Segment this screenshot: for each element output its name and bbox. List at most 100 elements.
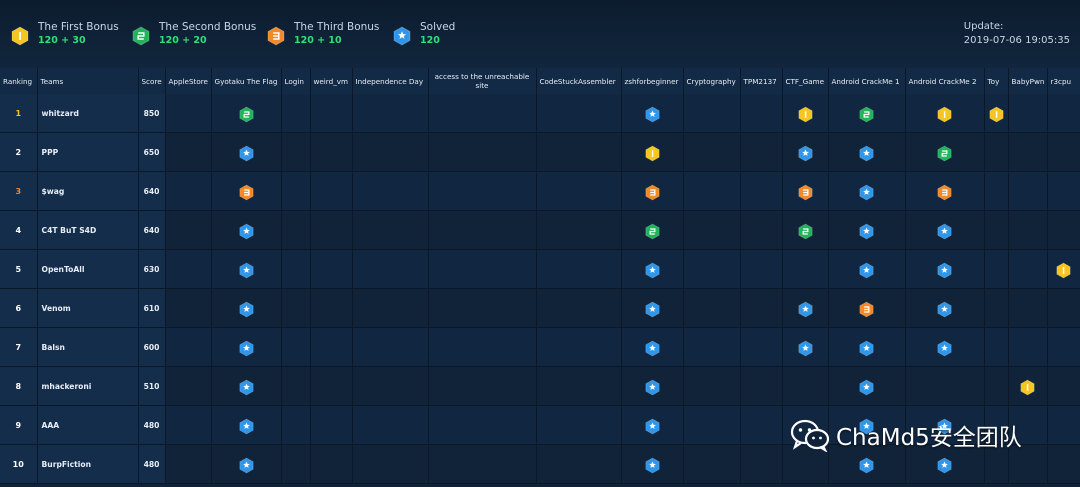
team-name[interactable]: C4T BuT S4D	[37, 210, 139, 250]
challenge-cell	[984, 132, 1009, 172]
challenge-cell	[683, 405, 741, 445]
team-name[interactable]: OpenToAll	[37, 249, 139, 289]
table-row[interactable]: 1 whitzard 850	[0, 94, 1080, 133]
column-header[interactable]: BabyPwn	[1008, 68, 1048, 94]
team-name[interactable]: $wag	[37, 171, 139, 211]
column-header[interactable]: CTF_Game	[782, 68, 829, 94]
challenge-cell	[740, 288, 783, 328]
challenge-cell	[905, 210, 985, 250]
column-header[interactable]: Teams	[37, 68, 139, 94]
solved-badge-icon	[937, 223, 952, 239]
challenge-cell	[740, 171, 783, 211]
solved-badge-icon	[645, 418, 659, 434]
challenge-cell	[536, 249, 622, 289]
column-header[interactable]: CodeStuckAssembler	[536, 68, 622, 94]
solved-badge-icon	[859, 262, 874, 278]
challenge-cell	[1008, 249, 1048, 289]
table-row[interactable]: 3 $wag 640	[0, 171, 1080, 211]
score-cell: 640	[138, 171, 166, 211]
challenge-cell	[683, 94, 741, 133]
challenge-cell	[165, 327, 212, 367]
column-header[interactable]: r3cpu	[1047, 68, 1080, 94]
challenge-cell	[1047, 288, 1080, 328]
column-header[interactable]: Ranking	[0, 68, 38, 94]
column-header[interactable]: access to the unreachable site	[428, 68, 537, 94]
table-row[interactable]: 4 C4T BuT S4D 640	[0, 210, 1080, 250]
column-header[interactable]: TPM2137	[740, 68, 783, 94]
challenge-cell	[905, 366, 985, 406]
team-name[interactable]: AAA	[37, 405, 139, 445]
challenge-cell	[352, 249, 429, 289]
solved-badge-icon	[239, 457, 253, 473]
challenge-cell	[1008, 327, 1048, 367]
table-row[interactable]: 2 PPP 650	[0, 132, 1080, 172]
challenge-cell	[621, 327, 684, 367]
table-row[interactable]: 6 Venom 610	[0, 288, 1080, 328]
first-bonus-badge-icon	[1020, 379, 1035, 395]
solved-badge-icon	[937, 262, 952, 278]
solved-badge-icon	[645, 262, 659, 278]
column-header[interactable]: Toy	[984, 68, 1009, 94]
challenge-cell	[621, 249, 684, 289]
legend-label: The Second Bonus	[159, 21, 257, 33]
challenge-cell	[281, 210, 311, 250]
solved-badge-icon	[239, 145, 253, 161]
team-name[interactable]: PPP	[37, 132, 139, 172]
team-name[interactable]: mhackeroni	[37, 366, 139, 406]
rank-cell: 5	[0, 249, 38, 289]
solved-badge-icon	[798, 301, 812, 317]
third-bonus-badge-icon	[937, 184, 952, 200]
column-header[interactable]: zshforbeginner	[621, 68, 684, 94]
team-name[interactable]: Venom	[37, 288, 139, 328]
challenge-cell	[683, 171, 741, 211]
challenge-cell	[281, 288, 311, 328]
challenge-cell	[984, 94, 1009, 133]
challenge-cell	[165, 94, 212, 133]
first-bonus-badge-icon	[1056, 262, 1071, 278]
challenge-cell	[310, 327, 353, 367]
column-header[interactable]: weird_vm	[310, 68, 353, 94]
challenge-cell	[621, 444, 684, 484]
solved-badge-icon	[937, 340, 952, 356]
solved-badge-icon	[937, 457, 952, 473]
challenge-cell	[428, 288, 537, 328]
team-name[interactable]: Balsn	[37, 327, 139, 367]
challenge-cell	[281, 171, 311, 211]
column-header[interactable]: Score	[138, 68, 166, 94]
challenge-cell	[211, 132, 282, 172]
table-row[interactable]: 8 mhackeroni 510	[0, 366, 1080, 406]
challenge-cell	[621, 132, 684, 172]
column-header[interactable]: Independence Day	[352, 68, 429, 94]
challenge-cell	[211, 327, 282, 367]
challenge-cell	[310, 132, 353, 172]
scoreboard-header: The First Bonus 120 + 30 The Second Bonus 1…	[0, 0, 1080, 69]
solved-badge-icon	[239, 418, 253, 434]
legend-item-blue: Solved 120	[393, 20, 455, 47]
column-header[interactable]: Gyotaku The Flag	[211, 68, 282, 94]
wechat-logo-icon	[790, 419, 830, 452]
table-row[interactable]: 5 OpenToAll 630	[0, 249, 1080, 289]
team-name[interactable]: BurpFiction	[37, 444, 139, 484]
solved-badge-icon	[798, 340, 812, 356]
challenge-cell	[310, 405, 353, 445]
challenge-cell	[211, 405, 282, 445]
solved-badge-icon	[239, 223, 253, 239]
column-header[interactable]: AppleStore	[165, 68, 212, 94]
challenge-cell	[165, 210, 212, 250]
table-row[interactable]: 7 Balsn 600	[0, 327, 1080, 367]
challenge-cell	[984, 288, 1009, 328]
second-bonus-badge-icon	[798, 223, 812, 239]
column-header[interactable]: Android CrackMe 1	[828, 68, 906, 94]
column-header[interactable]: Android CrackMe 2	[905, 68, 985, 94]
solved-badge-icon	[859, 457, 874, 473]
challenge-cell	[1008, 132, 1048, 172]
column-header[interactable]: Login	[281, 68, 311, 94]
column-header[interactable]: Cryptography	[683, 68, 741, 94]
challenge-cell	[984, 366, 1009, 406]
challenge-cell	[165, 444, 212, 484]
rank-cell: 6	[0, 288, 38, 328]
third-bonus-badge-icon	[645, 184, 659, 200]
challenge-cell	[1047, 249, 1080, 289]
team-name[interactable]: whitzard	[37, 94, 139, 133]
score-cell: 480	[138, 444, 166, 484]
